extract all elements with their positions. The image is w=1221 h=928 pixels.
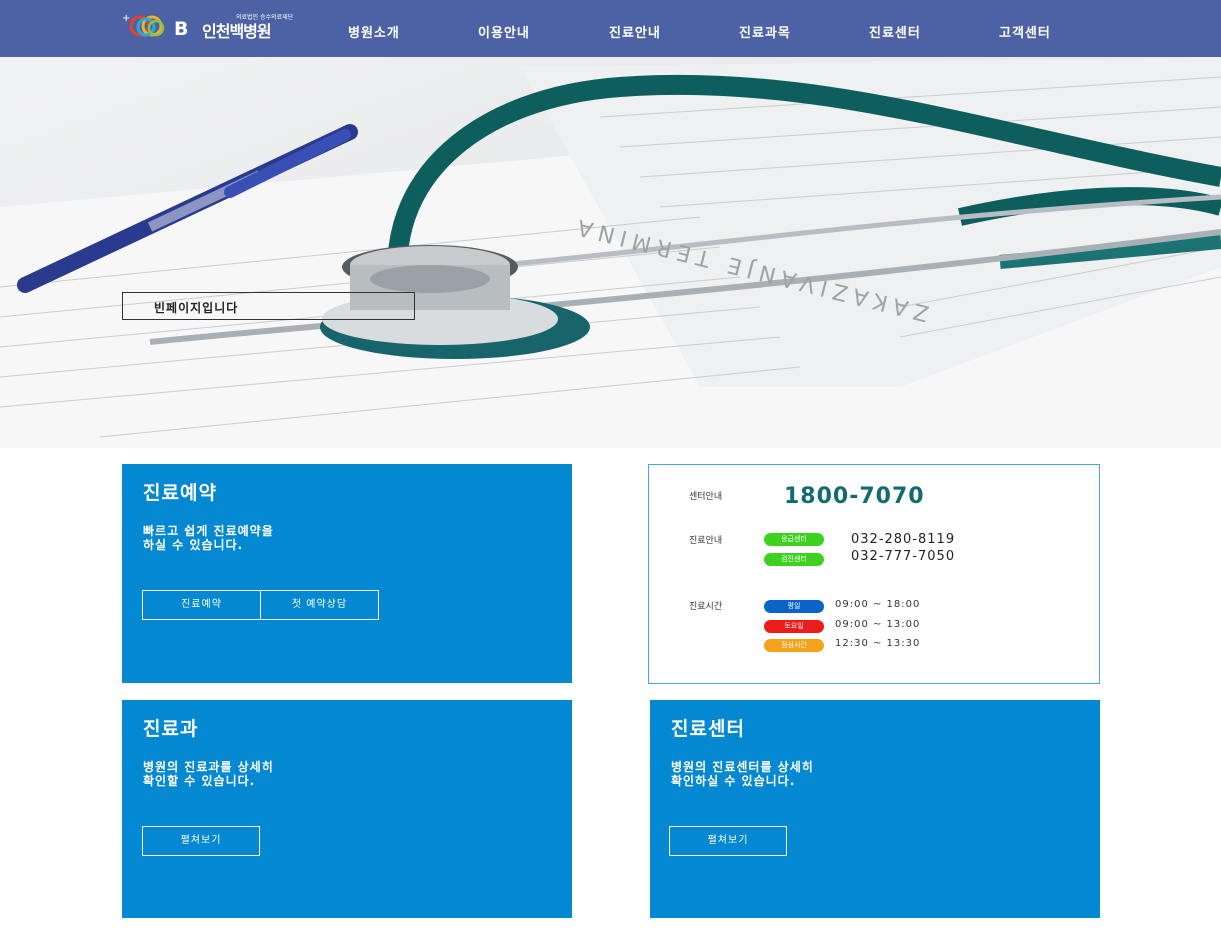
- weekday-hours: 09:00 ~ 18:00: [835, 599, 921, 610]
- reserve-button[interactable]: 진료예약: [142, 590, 261, 620]
- weekday-badge: 평일: [764, 600, 824, 613]
- lunch-badge: 점심시간: [764, 639, 824, 652]
- centers-desc-line1: 병원의 진료센터를 상세히: [671, 760, 814, 774]
- stethoscope-image: ZAKAZIVANJE TERMINA: [0, 57, 1221, 448]
- first-consult-button[interactable]: 첫 예약상담: [260, 590, 379, 620]
- nav-treatment-guide[interactable]: 진료안내: [609, 22, 661, 41]
- centers-desc: 병원의 진료센터를 상세히 확인하실 수 있습니다.: [671, 760, 814, 788]
- reservation-desc-line1: 빠르고 쉽게 진료예약을: [143, 524, 274, 538]
- reservation-desc: 빠르고 쉽게 진료예약을 하실 수 있습니다.: [143, 524, 274, 552]
- departments-desc-line1: 병원의 진료과를 상세히: [143, 760, 274, 774]
- nav-usage-guide[interactable]: 이용안내: [478, 22, 530, 41]
- emergency-badge: 응급센터: [764, 533, 824, 546]
- reservation-desc-line2: 하실 수 있습니다.: [143, 538, 244, 552]
- svg-text:+: +: [122, 13, 130, 24]
- nav-departments[interactable]: 진료과목: [739, 22, 791, 41]
- logo-mark-icon: +: [122, 13, 165, 37]
- departments-desc-line2: 확인할 수 있습니다.: [143, 774, 256, 788]
- hours-label: 진료시간: [689, 602, 723, 612]
- nav-customer-center[interactable]: 고객센터: [999, 22, 1051, 41]
- nav-hospital-intro[interactable]: 병원소개: [348, 22, 400, 41]
- blank-page-message: 빈페이지입니다: [122, 292, 415, 320]
- checkup-badge: 검진센터: [764, 553, 824, 566]
- center-label: 센터안내: [689, 492, 723, 502]
- nav-centers[interactable]: 진료센터: [869, 22, 921, 41]
- departments-desc: 병원의 진료과를 상세히 확인할 수 있습니다.: [143, 760, 274, 788]
- centers-expand-button[interactable]: 펼쳐보기: [669, 826, 787, 856]
- departments-card: 진료과 병원의 진료과를 상세히 확인할 수 있습니다. 펼쳐보기: [122, 700, 572, 918]
- reservation-title: 진료예약: [143, 482, 217, 504]
- centers-title: 진료센터: [671, 718, 745, 740]
- checkup-phone[interactable]: 032-777-7050: [851, 549, 955, 564]
- hero-banner: ZAKAZIVANJE TERMINA 빈페이지입니다: [0, 57, 1221, 448]
- saturday-badge: 토요일: [764, 620, 824, 633]
- departments-title: 진료과: [143, 718, 199, 740]
- lunch-hours: 12:30 ~ 13:30: [835, 638, 921, 649]
- site-header: + 의료법인 승수의료재단 B 인천백병원 병원소개 이용안내 진료안내 진료과…: [0, 0, 1221, 57]
- emergency-phone[interactable]: 032-280-8119: [851, 532, 955, 547]
- logo-mark-text: B: [174, 18, 189, 40]
- saturday-hours: 09:00 ~ 13:00: [835, 619, 921, 630]
- center-phone[interactable]: 1800-7070: [784, 484, 925, 509]
- centers-card: 진료센터 병원의 진료센터를 상세히 확인하실 수 있습니다. 펼쳐보기: [650, 700, 1100, 918]
- contact-info-box: 센터안내 1800-7070 진료안내 응급센터 032-280-8119 검진…: [648, 464, 1100, 684]
- reservation-card: 진료예약 빠르고 쉽게 진료예약을 하실 수 있습니다. 진료예약 첫 예약상담: [122, 464, 572, 683]
- guide-label: 진료안내: [689, 536, 723, 546]
- logo-name: 인천백병원: [202, 22, 272, 41]
- departments-expand-button[interactable]: 펼쳐보기: [142, 826, 260, 856]
- centers-desc-line2: 확인하실 수 있습니다.: [671, 774, 796, 788]
